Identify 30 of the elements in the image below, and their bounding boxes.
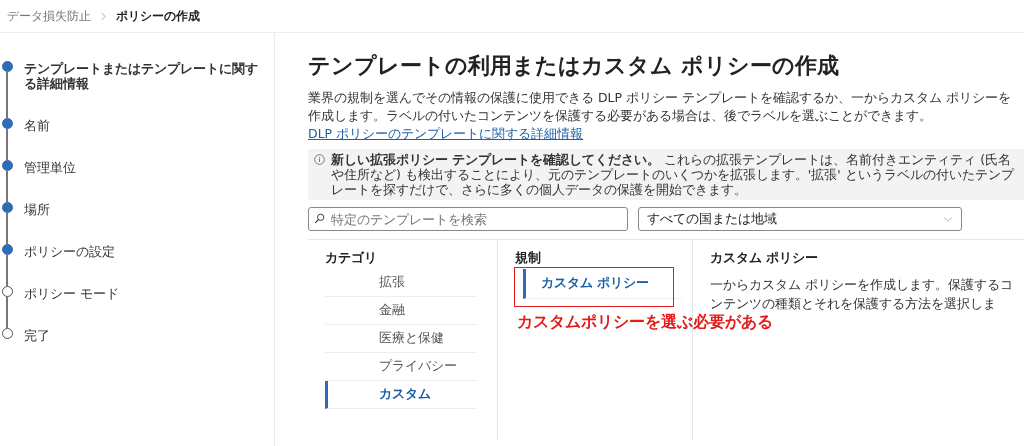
category-item[interactable]: カスタム	[325, 381, 477, 409]
regulation-item[interactable]: カスタム ポリシー	[523, 269, 682, 299]
region-dropdown[interactable]: すべての国または地域	[638, 207, 962, 231]
search-icon	[314, 213, 325, 224]
step-label[interactable]: ポリシーの設定	[24, 244, 269, 286]
search-field[interactable]: 特定のテンプレートを検索	[308, 207, 628, 231]
category-item[interactable]: 金融	[325, 297, 477, 325]
step-label[interactable]: 名前	[24, 118, 269, 160]
breadcrumb-item[interactable]: データ損失防止	[7, 7, 91, 25]
banner-text: 新しい拡張ポリシー テンプレートを確認してください。 これらの拡張テンプレートは、名前付きエンティティ (氏名や住所など) も検出することにより、元のテンプレートのいくつかを拡張します。'拡張' というラベルの付いたテンプレートを探すだけで、さらに多くの個人データの保護を開始できます。	[331, 152, 1016, 197]
step-label[interactable]: 場所	[24, 202, 269, 244]
annotation-text: カスタムポリシーを選ぶ必要がある	[517, 312, 773, 333]
step-label[interactable]: 完了	[24, 328, 269, 370]
details-heading: カスタム ポリシー	[710, 250, 820, 267]
details-text: 一からカスタム ポリシーを作成します。保護するコンテンツの種類とそれを保護する方法を選択しま	[710, 276, 1014, 313]
column-heading: 規制	[515, 250, 542, 267]
category-item[interactable]: 医療と保健	[325, 325, 477, 353]
info-icon	[314, 154, 325, 165]
details-link[interactable]: DLP ポリシーのテンプレートに関する詳細情報	[308, 126, 584, 141]
chevron-down-icon	[943, 215, 953, 223]
breadcrumb-item: ポリシーの作成	[116, 7, 200, 25]
category-item[interactable]: プライバシー	[325, 353, 477, 381]
page-title: テンプレートの利用またはカスタム ポリシーの作成	[308, 52, 840, 80]
category-item[interactable]: 拡張	[325, 269, 477, 297]
step-label[interactable]: 管理単位	[24, 160, 269, 202]
chevron-icon	[101, 11, 106, 21]
description-text: 業界の規制を選んでその情報の保護に使用できる DLP ポリシー テンプレートを確認するか、一からカスタム ポリシーを作成します。ラベルの付いたコンテンツを保護する必要がある場合は、後でラベルを選ぶことができます。 DLP ポリシーのテンプレートに関する詳細情報	[308, 89, 1013, 143]
step-label[interactable]: テンプレートまたはテンプレートに関する詳細情報	[24, 61, 269, 118]
step-label[interactable]: ポリシー モード	[24, 286, 269, 328]
column-heading: カテゴリ	[325, 250, 378, 267]
